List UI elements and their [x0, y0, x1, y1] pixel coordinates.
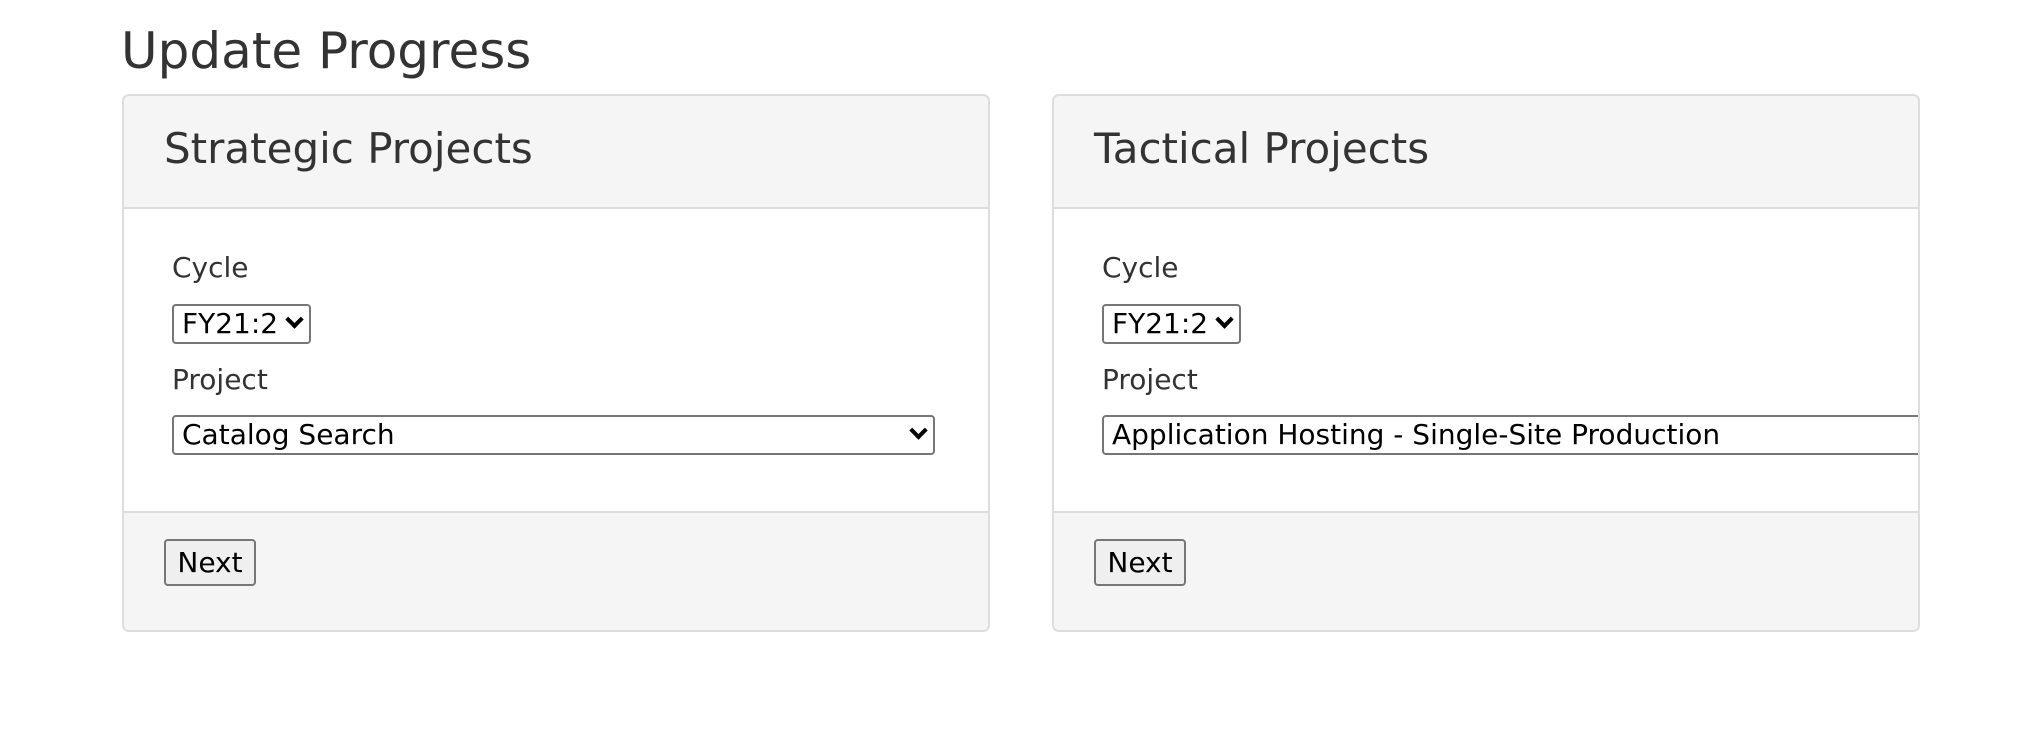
tactical-project-label: Project	[1102, 363, 1198, 396]
tactical-cycle-select[interactable]: FY21:2	[1102, 304, 1241, 344]
tactical-project-value: Application Hosting - Single-Site Produc…	[1112, 418, 1721, 451]
tactical-panel-footer: Next	[1054, 513, 1918, 630]
update-progress-page: Update Progress Strategic Projects Cycle…	[0, 0, 2018, 754]
strategic-cycle-value: FY21:2	[182, 307, 279, 340]
chevron-down-icon	[1215, 310, 1234, 329]
strategic-panel-footer: Next	[124, 513, 988, 630]
chevron-down-icon	[285, 310, 304, 329]
strategic-panel-body: Cycle FY21:2 Project Catalog Search	[124, 209, 988, 513]
strategic-next-button[interactable]: Next	[164, 539, 256, 586]
strategic-panel-title: Strategic Projects	[164, 124, 533, 173]
tactical-project-select[interactable]: Application Hosting - Single-Site Produc…	[1102, 415, 1918, 455]
strategic-cycle-label: Cycle	[172, 251, 249, 284]
tactical-panel-body: Cycle FY21:2 Project Application Hosting…	[1054, 209, 1918, 513]
tactical-panel-title: Tactical Projects	[1094, 124, 1430, 173]
tactical-cycle-value: FY21:2	[1112, 307, 1209, 340]
strategic-panel-heading: Strategic Projects	[124, 96, 988, 209]
tactical-projects-panel: Tactical Projects Cycle FY21:2 Project A…	[1052, 94, 1920, 632]
chevron-down-icon	[909, 421, 928, 440]
strategic-cycle-select[interactable]: FY21:2	[172, 304, 311, 344]
strategic-projects-panel: Strategic Projects Cycle FY21:2 Project …	[122, 94, 990, 632]
strategic-project-value: Catalog Search	[182, 418, 395, 451]
tactical-cycle-label: Cycle	[1102, 251, 1179, 284]
page-title: Update Progress	[121, 22, 532, 80]
tactical-panel-heading: Tactical Projects	[1054, 96, 1918, 209]
strategic-project-select[interactable]: Catalog Search	[172, 415, 935, 455]
strategic-project-label: Project	[172, 363, 268, 396]
tactical-next-button[interactable]: Next	[1094, 539, 1186, 586]
